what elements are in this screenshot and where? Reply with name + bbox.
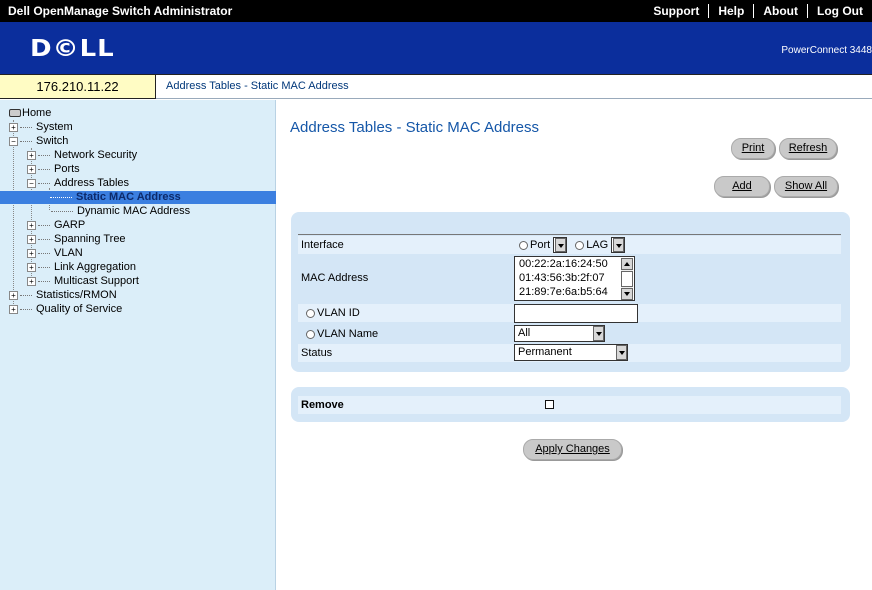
print-button[interactable]: Print bbox=[731, 138, 775, 159]
tree-item-home[interactable]: Home bbox=[9, 107, 51, 120]
mac-option[interactable]: 01:43:56:3b:2f:07 bbox=[519, 272, 605, 284]
tree-item-switch[interactable]: − Switch bbox=[9, 135, 68, 148]
apply-changes-button[interactable]: Apply Changes bbox=[523, 439, 622, 460]
navigation-tree: Home + System − Switch + Network Security +… bbox=[0, 100, 276, 590]
mac-option[interactable]: 00:22:2a:16:24:50 bbox=[519, 258, 608, 270]
app-title: Dell OpenManage Switch Administrator bbox=[8, 4, 233, 18]
scroll-thumb[interactable] bbox=[621, 271, 633, 287]
tree-item-statistics[interactable]: + Statistics/RMON bbox=[9, 289, 117, 302]
expand-icon[interactable]: + bbox=[27, 150, 36, 160]
tree-item-multicast-support[interactable]: + Multicast Support bbox=[27, 275, 139, 288]
expand-icon[interactable]: + bbox=[27, 164, 36, 174]
refresh-button[interactable]: Refresh bbox=[779, 138, 837, 159]
top-bar: Dell OpenManage Switch Administrator Sup… bbox=[0, 0, 872, 22]
vlan-name-radio[interactable] bbox=[306, 329, 315, 339]
collapse-icon[interactable]: − bbox=[9, 136, 18, 146]
status-select[interactable]: Permanent bbox=[514, 344, 628, 361]
expand-icon[interactable]: + bbox=[9, 290, 18, 300]
support-link[interactable]: Support bbox=[644, 4, 708, 18]
mac-address-list[interactable]: 00:22:2a:16:24:50 01:43:56:3b:2f:07 21:8… bbox=[514, 256, 635, 301]
remove-checkbox[interactable] bbox=[545, 400, 554, 409]
expand-icon[interactable]: + bbox=[27, 220, 36, 230]
add-button[interactable]: Add bbox=[714, 176, 770, 197]
tree-item-static-mac[interactable]: Static MAC Address bbox=[0, 191, 276, 204]
expand-icon[interactable]: + bbox=[27, 234, 36, 244]
vlan-id-radio[interactable] bbox=[306, 308, 315, 318]
tree-item-ports[interactable]: + Ports bbox=[27, 163, 80, 176]
tree-item-garp[interactable]: + GARP bbox=[27, 219, 85, 232]
tree-item-address-tables[interactable]: − Address Tables bbox=[27, 177, 129, 190]
tree-item-vlan[interactable]: + VLAN bbox=[27, 247, 83, 260]
interface-controls: Port LAG bbox=[519, 236, 626, 254]
vlan-id-input[interactable] bbox=[514, 304, 638, 323]
lag-select[interactable] bbox=[611, 237, 626, 253]
tree-item-dynamic-mac[interactable]: Dynamic MAC Address bbox=[49, 205, 190, 218]
help-link[interactable]: Help bbox=[708, 4, 753, 18]
tree-item-qos[interactable]: + Quality of Service bbox=[9, 303, 122, 316]
lag-radio[interactable] bbox=[575, 240, 585, 250]
tree-item-spanning-tree[interactable]: + Spanning Tree bbox=[27, 233, 126, 246]
chevron-down-icon bbox=[593, 326, 604, 341]
scroll-up-icon[interactable] bbox=[621, 258, 633, 270]
remove-row: Remove bbox=[298, 396, 841, 414]
expand-icon[interactable]: + bbox=[27, 262, 36, 272]
page-title: Address Tables - Static MAC Address bbox=[290, 119, 539, 136]
dell-logo: D©LL bbox=[30, 35, 115, 63]
port-select[interactable] bbox=[553, 237, 568, 253]
collapse-icon[interactable]: − bbox=[27, 178, 36, 188]
vlan-name-select[interactable]: All bbox=[514, 325, 605, 342]
expand-icon[interactable]: + bbox=[9, 304, 18, 314]
show-all-button[interactable]: Show All bbox=[774, 176, 838, 197]
model-name: PowerConnect 3448 bbox=[781, 45, 872, 56]
top-links: Support Help About Log Out bbox=[644, 0, 872, 22]
scroll-down-icon[interactable] bbox=[621, 288, 633, 300]
mac-option[interactable]: 21:89:7e:6a:b5:64 bbox=[519, 286, 608, 298]
mac-list-scrollbar[interactable] bbox=[621, 258, 633, 300]
expand-icon[interactable]: + bbox=[27, 276, 36, 286]
tree-item-system[interactable]: + System bbox=[9, 121, 73, 134]
expand-icon[interactable]: + bbox=[9, 122, 18, 132]
port-radio[interactable] bbox=[519, 240, 528, 250]
banner: D©LL PowerConnect 3448 bbox=[0, 22, 872, 74]
tree-item-network-security[interactable]: + Network Security bbox=[27, 149, 137, 162]
device-ip: 176.210.11.22 bbox=[0, 74, 156, 99]
breadcrumb: Address Tables - Static MAC Address bbox=[156, 74, 872, 99]
logout-link[interactable]: Log Out bbox=[807, 4, 872, 18]
about-link[interactable]: About bbox=[753, 4, 807, 18]
chevron-down-icon bbox=[616, 345, 627, 360]
drive-icon bbox=[9, 109, 21, 118]
tree-item-link-aggregation[interactable]: + Link Aggregation bbox=[27, 261, 136, 274]
expand-icon[interactable]: + bbox=[27, 248, 36, 258]
